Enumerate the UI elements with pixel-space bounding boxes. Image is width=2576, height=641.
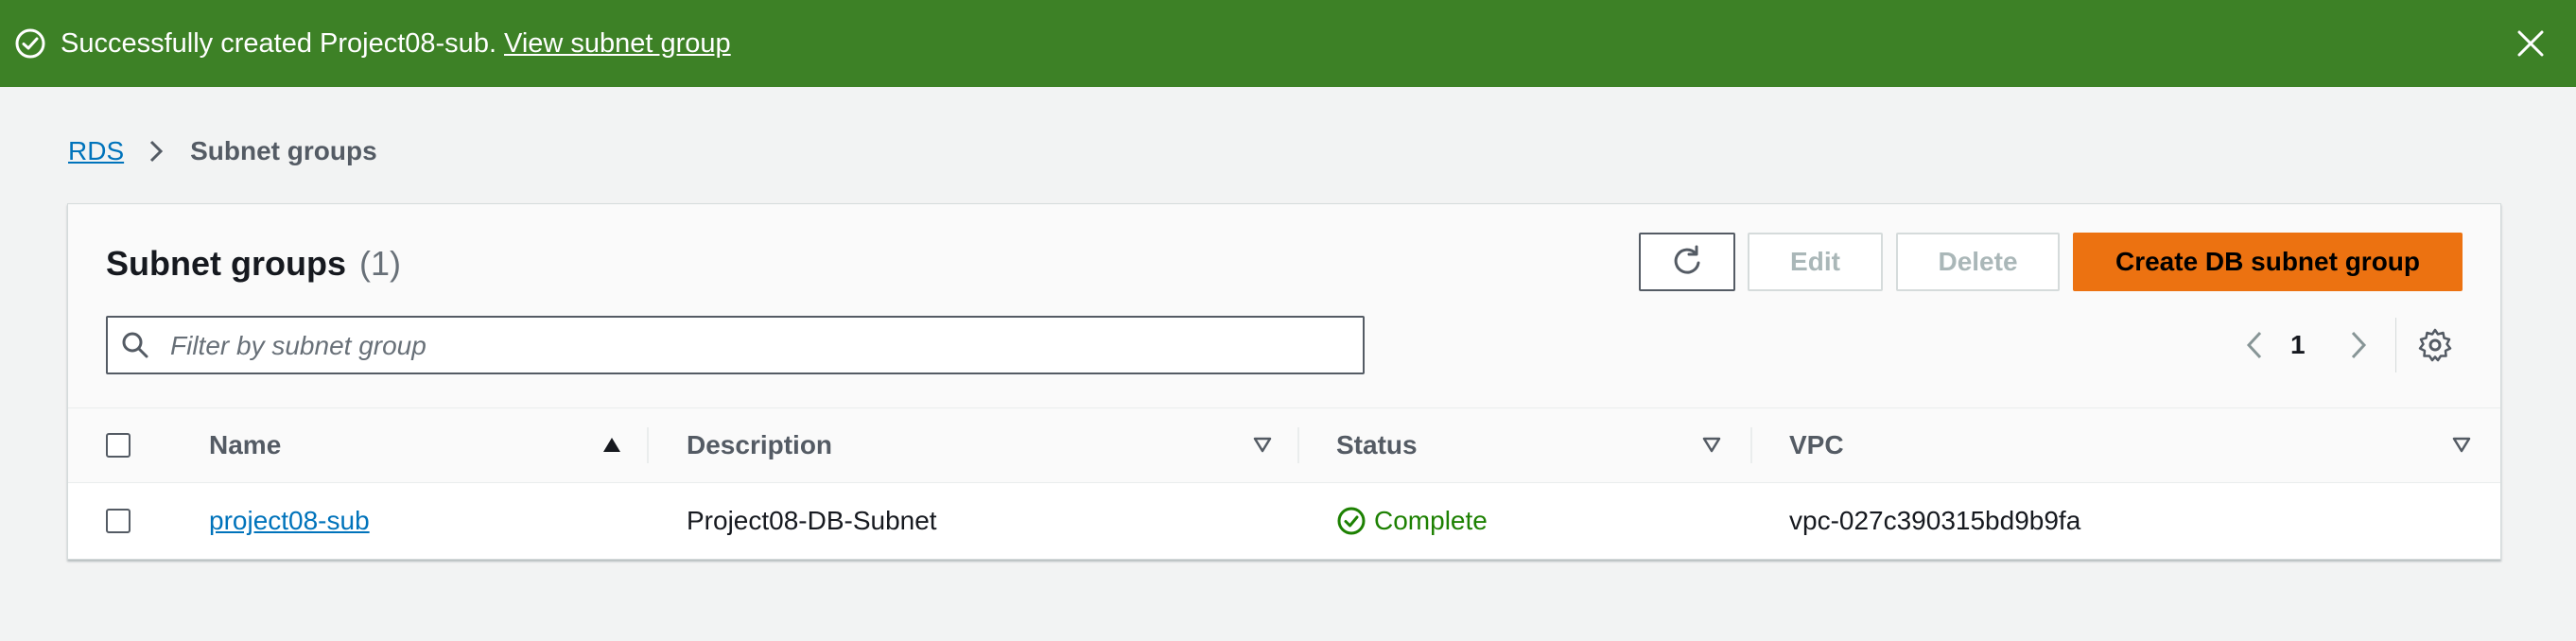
edit-button[interactable]: Edit (1748, 233, 1883, 291)
column-header-description[interactable]: Description (687, 408, 832, 482)
row-checkbox[interactable] (106, 509, 131, 533)
search-icon (122, 332, 148, 358)
table-header: Name Description Status VPC (68, 408, 2500, 483)
view-subnet-group-link[interactable]: View subnet group (504, 28, 731, 60)
breadcrumb: RDS Subnet groups (68, 132, 377, 170)
column-separator (647, 427, 649, 463)
column-separator (1297, 427, 1299, 463)
column-header-status[interactable]: Status (1336, 408, 1418, 482)
pagination-divider (2395, 318, 2396, 372)
search-input[interactable] (168, 323, 1345, 369)
refresh-button[interactable] (1639, 233, 1735, 291)
page-number[interactable]: 1 (2290, 321, 2306, 369)
delete-button[interactable]: Delete (1896, 233, 2060, 291)
flash-message: Successfully created Project08-sub. View… (61, 0, 731, 87)
status-cell: Complete (1336, 483, 1488, 559)
create-db-subnet-group-button[interactable]: Create DB subnet group (2073, 233, 2463, 291)
chevron-right-icon (150, 140, 164, 163)
refresh-icon (1674, 245, 1700, 274)
panel-header: Subnet groups (1) Edit Delete Create DB … (68, 204, 2500, 408)
sort-ascending-icon[interactable] (600, 433, 623, 456)
close-icon[interactable] (2514, 26, 2548, 61)
description-cell: Project08-DB-Subnet (687, 506, 937, 535)
sort-icon[interactable] (1251, 433, 1274, 456)
breadcrumb-current: Subnet groups (190, 136, 377, 165)
next-page-icon[interactable] (2345, 321, 2374, 369)
check-circle-icon (15, 28, 45, 59)
success-check-icon (1337, 507, 1366, 535)
search-field (106, 316, 1365, 374)
name-cell: project08-sub (209, 483, 370, 559)
column-header-vpc[interactable]: VPC (1789, 408, 1844, 482)
panel-title-text: Subnet groups (106, 244, 346, 283)
flash-message-text: Successfully created Project08-sub. (61, 27, 496, 59)
select-all-checkbox[interactable] (106, 433, 131, 458)
sort-icon[interactable] (2450, 433, 2473, 456)
vpc-cell: vpc-027c390315bd9b9fa (1789, 506, 2081, 535)
breadcrumb-rds-link[interactable]: RDS (68, 136, 124, 166)
subnet-groups-panel: Subnet groups (1) Edit Delete Create DB … (67, 203, 2501, 560)
subnet-group-name-link[interactable]: project08-sub (209, 506, 370, 536)
table-row: project08-sub Project08-DB-Subnet Comple… (68, 483, 2500, 559)
column-separator (1750, 427, 1752, 463)
previous-page-icon[interactable] (2239, 321, 2268, 369)
column-header-name[interactable]: Name (209, 408, 281, 482)
success-flash-banner: Successfully created Project08-sub. View… (0, 0, 2576, 87)
gear-icon[interactable] (2417, 327, 2453, 363)
item-count: (1) (359, 244, 402, 283)
status-text: Complete (1374, 506, 1488, 535)
sort-icon[interactable] (1700, 433, 1723, 456)
page-title: Subnet groups (1) (106, 244, 401, 284)
